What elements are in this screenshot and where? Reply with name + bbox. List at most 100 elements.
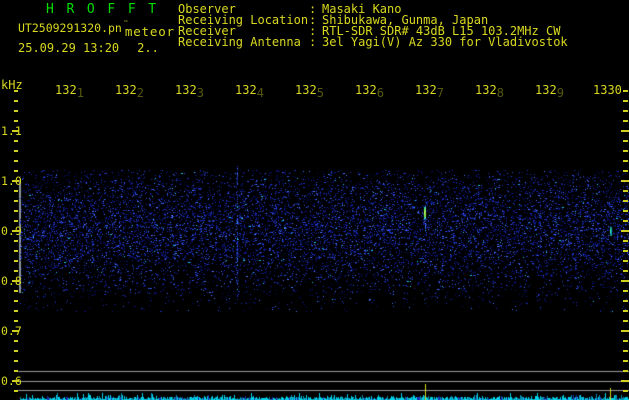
axis-tick xyxy=(14,100,18,102)
axis-tick xyxy=(14,160,18,162)
axis-tick xyxy=(14,370,18,372)
axis-tick xyxy=(623,210,628,212)
axis-tick xyxy=(623,390,628,392)
axis-tick xyxy=(12,280,19,282)
axis-tick xyxy=(12,380,19,382)
info-separator: : xyxy=(309,35,317,49)
info-value: 3el Yagi(V) Az 330 for Vladivostok xyxy=(322,35,568,49)
x-label-dim: 7 xyxy=(436,86,444,100)
axis-tick xyxy=(14,260,18,262)
axis-tick xyxy=(623,220,628,222)
axis-tick xyxy=(621,180,629,182)
axis-tick xyxy=(14,110,18,112)
filename-line: UT2509291320.pn¨meteor xyxy=(18,20,175,39)
axis-tick xyxy=(623,240,628,242)
axis-tick xyxy=(623,120,628,122)
x-label-bright: 1330 xyxy=(593,83,622,97)
axis-tick xyxy=(14,240,18,242)
x-label-dim: 5 xyxy=(316,86,324,100)
echo-counter: 2.. xyxy=(137,41,159,55)
datetime-line: 25.09.29 13:20 2.. xyxy=(18,41,159,55)
axis-tick xyxy=(14,200,18,202)
x-label-bright: 132 xyxy=(355,83,377,97)
axis-tick xyxy=(14,220,18,222)
x-label-dim: 2 xyxy=(136,86,144,100)
axis-tick xyxy=(12,330,19,332)
axis-tick xyxy=(14,90,18,92)
axis-tick xyxy=(14,320,18,322)
x-label-bright: 132 xyxy=(235,83,257,97)
x-label-bright: 132 xyxy=(475,83,497,97)
axis-tick xyxy=(621,230,629,232)
axis-tick xyxy=(623,270,628,272)
x-label-bright: 132 xyxy=(535,83,557,97)
x-label-dim: 1 xyxy=(76,86,84,100)
app-title: H R O F F T xyxy=(46,2,159,17)
x-label-bright: 132 xyxy=(415,83,437,97)
axis-tick xyxy=(14,300,18,302)
axis-tick xyxy=(14,290,18,292)
axis-tick xyxy=(14,360,18,362)
x-axis-label: 1325 xyxy=(295,83,324,100)
axis-tick xyxy=(14,390,18,392)
axis-tick xyxy=(14,310,18,312)
axis-tick xyxy=(621,130,629,132)
axis-tick xyxy=(12,180,19,182)
axis-tick xyxy=(623,110,628,112)
axis-tick xyxy=(14,170,18,172)
x-axis-label: 1322 xyxy=(115,83,144,100)
axis-tick xyxy=(623,140,628,142)
axis-tick xyxy=(623,310,628,312)
x-axis-label: 1328 xyxy=(475,83,504,100)
axis-tick xyxy=(623,370,628,372)
axis-tick xyxy=(14,350,18,352)
x-axis-label: 1326 xyxy=(355,83,384,100)
axis-tick xyxy=(14,120,18,122)
x-label-dim: 6 xyxy=(376,86,384,100)
observation-mode-label: meteor xyxy=(124,24,175,39)
axis-tick xyxy=(623,320,628,322)
axis-tick xyxy=(623,360,628,362)
x-label-dim: 8 xyxy=(496,86,504,100)
spectrogram-canvas xyxy=(0,0,629,400)
x-label-dim: 3 xyxy=(196,86,204,100)
axis-tick xyxy=(14,340,18,342)
axis-tick xyxy=(623,290,628,292)
axis-tick xyxy=(14,150,18,152)
axis-tick xyxy=(623,150,628,152)
x-label-dim: 9 xyxy=(556,86,564,100)
axis-tick xyxy=(623,90,628,92)
x-label-bright: 132 xyxy=(175,83,197,97)
axis-tick xyxy=(621,380,629,382)
axis-tick xyxy=(12,130,19,132)
station-info-block: Observer: Masaki Kano Receiving Location:… xyxy=(178,3,568,49)
datetime-text: 25.09.29 13:20 xyxy=(18,41,120,55)
axis-tick xyxy=(621,280,629,282)
filename-text: UT2509291320.pn xyxy=(18,21,122,35)
x-label-bright: 132 xyxy=(115,83,137,97)
axis-tick xyxy=(623,200,628,202)
x-axis-label: 1323 xyxy=(175,83,204,100)
axis-tick xyxy=(14,270,18,272)
x-label-dim: 4 xyxy=(256,86,264,100)
axis-tick xyxy=(623,350,628,352)
x-axis-label: 1324 xyxy=(235,83,264,100)
axis-tick xyxy=(12,230,19,232)
axis-tick xyxy=(14,190,18,192)
x-label-bright: 132 xyxy=(55,83,77,97)
hrofft-screen: { "title": {"text": "H R O F F T"}, "fil… xyxy=(0,0,629,400)
axis-tick xyxy=(623,170,628,172)
x-axis-label: 1321 xyxy=(55,83,84,100)
x-axis-label: 1327 xyxy=(415,83,444,100)
x-label-bright: 132 xyxy=(295,83,317,97)
axis-tick xyxy=(14,140,18,142)
axis-tick xyxy=(621,330,629,332)
y-axis-unit: kHz xyxy=(1,78,23,92)
axis-tick xyxy=(623,100,628,102)
axis-tick xyxy=(623,340,628,342)
info-label: Receiving Antenna xyxy=(178,35,301,49)
axis-tick xyxy=(14,250,18,252)
axis-tick xyxy=(623,160,628,162)
axis-tick xyxy=(623,300,628,302)
axis-tick xyxy=(623,250,628,252)
